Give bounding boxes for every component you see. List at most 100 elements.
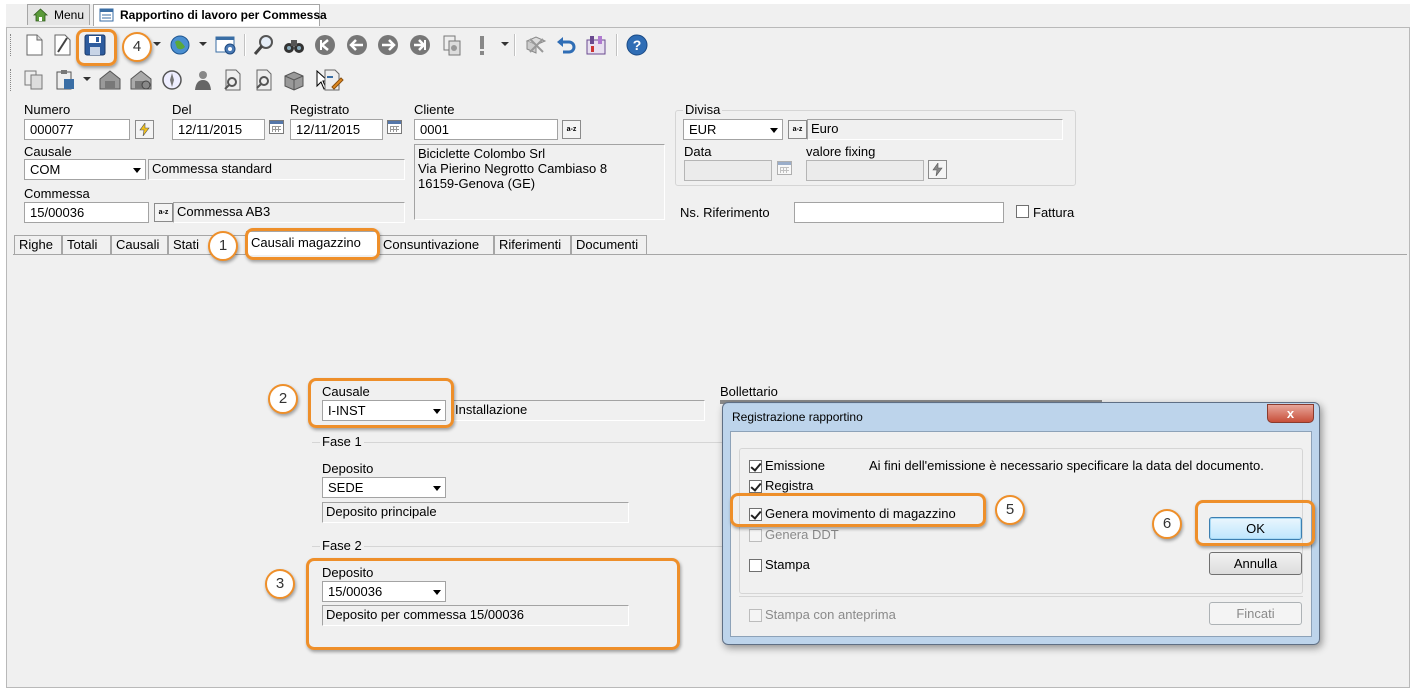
clipboard-icon[interactable] — [53, 68, 77, 92]
commessa-description: Commessa AB3 — [173, 202, 405, 223]
divisa-select-value: EUR — [689, 122, 717, 137]
document-edit-icon[interactable] — [321, 68, 345, 92]
fattura-label: Fattura — [1033, 205, 1075, 220]
chevron-down-icon[interactable] — [83, 77, 91, 81]
cliente-label: Cliente — [414, 102, 455, 117]
stampa-checkbox[interactable] — [749, 559, 762, 572]
causale-label: Causale — [24, 144, 72, 159]
address-line: 16159-Genova (GE) — [418, 176, 536, 191]
bollettario-label: Bollettario — [720, 384, 778, 399]
binoculars-icon[interactable] — [282, 33, 306, 57]
edit-document-icon[interactable] — [50, 33, 74, 57]
calendar-icon[interactable] — [387, 120, 402, 134]
fase1-deposito-select[interactable]: SEDE — [322, 477, 446, 498]
numero-field[interactable]: 000077 — [24, 119, 130, 140]
tab-righe[interactable]: Righe — [14, 235, 62, 254]
causale-select[interactable]: COM — [24, 159, 146, 180]
tools-icon[interactable] — [584, 33, 608, 57]
callout-4: 4 — [122, 32, 152, 62]
toolbar-secondary — [8, 64, 1408, 95]
delete-icon[interactable] — [524, 33, 548, 57]
fattura-checkbox[interactable] — [1016, 205, 1029, 218]
callout-3: 3 — [265, 569, 295, 599]
chevron-down-icon[interactable] — [501, 42, 509, 46]
tab-consuntivazione[interactable]: Consuntivazione — [378, 235, 494, 254]
previous-record-icon[interactable] — [345, 33, 369, 57]
first-record-icon[interactable] — [313, 33, 337, 57]
window-tab-menu[interactable]: Menu — [27, 4, 90, 25]
warehouse-transfer-icon[interactable] — [129, 68, 153, 92]
fase2-divider — [312, 546, 724, 547]
lookup-icon-text: a-z — [158, 209, 169, 216]
chevron-down-icon[interactable] — [153, 42, 161, 46]
chevron-down-icon — [770, 128, 778, 133]
document-zoom-icon[interactable] — [252, 68, 276, 92]
worker-icon[interactable] — [191, 68, 215, 92]
cliente-field[interactable]: 0001 — [414, 119, 558, 140]
lookup-icon[interactable]: a-z — [562, 120, 581, 139]
last-record-icon[interactable] — [408, 33, 432, 57]
del-date-field[interactable]: 12/11/2015 — [172, 119, 265, 140]
home-icon — [32, 8, 49, 22]
highlight-save — [76, 29, 117, 66]
chevron-down-icon[interactable] — [199, 42, 207, 46]
ns-riferimento-field[interactable] — [794, 202, 1004, 223]
next-record-icon[interactable] — [376, 33, 400, 57]
lightning-icon[interactable] — [135, 120, 154, 139]
genera-ddt-checkbox[interactable] — [749, 529, 762, 542]
fase1-label: Fase 1 — [320, 434, 364, 449]
help-icon[interactable]: ? — [625, 33, 649, 57]
lookup-icon[interactable]: a-z — [154, 203, 173, 222]
fincati-button[interactable]: Fincati — [1209, 602, 1302, 625]
tab-causali[interactable]: Causali — [111, 235, 168, 254]
lookup-icon-text: a-z — [792, 126, 803, 133]
close-icon[interactable]: x — [1267, 404, 1314, 423]
data-field[interactable] — [684, 160, 772, 181]
calendar-icon[interactable] — [269, 120, 284, 134]
undo-icon[interactable] — [554, 33, 578, 57]
callout-6: 6 — [1152, 509, 1182, 539]
new-document-icon[interactable] — [22, 33, 46, 57]
document-search-icon[interactable] — [221, 68, 245, 92]
tab-riferimenti[interactable]: Riferimenti — [494, 235, 571, 254]
callout-1: 1 — [208, 231, 238, 261]
copy-icon[interactable] — [440, 33, 464, 57]
commessa-field[interactable]: 15/00036 — [24, 202, 149, 223]
chevron-down-icon — [433, 486, 441, 491]
compass-icon[interactable] — [160, 68, 184, 92]
toolbar-separator — [616, 34, 618, 56]
package-icon[interactable] — [282, 68, 306, 92]
registrato-date-field[interactable]: 12/11/2015 — [290, 119, 383, 140]
settings-icon[interactable] — [214, 33, 238, 57]
calendar-icon[interactable] — [777, 161, 792, 175]
callout-5: 5 — [995, 495, 1025, 525]
window-tab-rapportino[interactable]: Rapportino di lavoro per Commessa — [93, 4, 327, 26]
stampa-label: Stampa — [765, 557, 810, 572]
exclamation-icon[interactable] — [470, 33, 494, 57]
annulla-button[interactable]: Annulla — [1209, 552, 1302, 575]
tab-totali[interactable]: Totali — [62, 235, 111, 254]
causale-description: Commessa standard — [148, 159, 405, 180]
address-line: Biciclette Colombo Srl — [418, 146, 546, 161]
search-icon[interactable] — [252, 33, 276, 57]
commessa-label: Commessa — [24, 186, 90, 201]
fase1-deposito-label: Deposito — [322, 461, 374, 476]
registra-checkbox[interactable] — [749, 480, 762, 493]
highlight-genera-movimento — [730, 493, 986, 527]
warehouse-icon[interactable] — [98, 68, 122, 92]
tab-documenti[interactable]: Documenti — [571, 235, 647, 254]
fixing-field[interactable] — [806, 160, 924, 181]
toolbar-grip[interactable] — [10, 34, 13, 56]
toolbar-grip[interactable] — [10, 69, 13, 91]
numero-label: Numero — [24, 102, 71, 117]
globe-icon[interactable] — [168, 33, 192, 57]
lightning-icon[interactable] — [928, 160, 947, 179]
documents-icon[interactable] — [22, 68, 46, 92]
stampa-anteprima-checkbox[interactable] — [749, 609, 762, 622]
emissione-checkbox[interactable] — [749, 460, 762, 473]
lookup-icon[interactable]: a-z — [788, 120, 807, 139]
lookup-icon-text: a-z — [566, 126, 577, 133]
divisa-select[interactable]: EUR — [683, 119, 783, 140]
highlight-causale — [308, 378, 454, 428]
chevron-down-icon — [133, 168, 141, 173]
